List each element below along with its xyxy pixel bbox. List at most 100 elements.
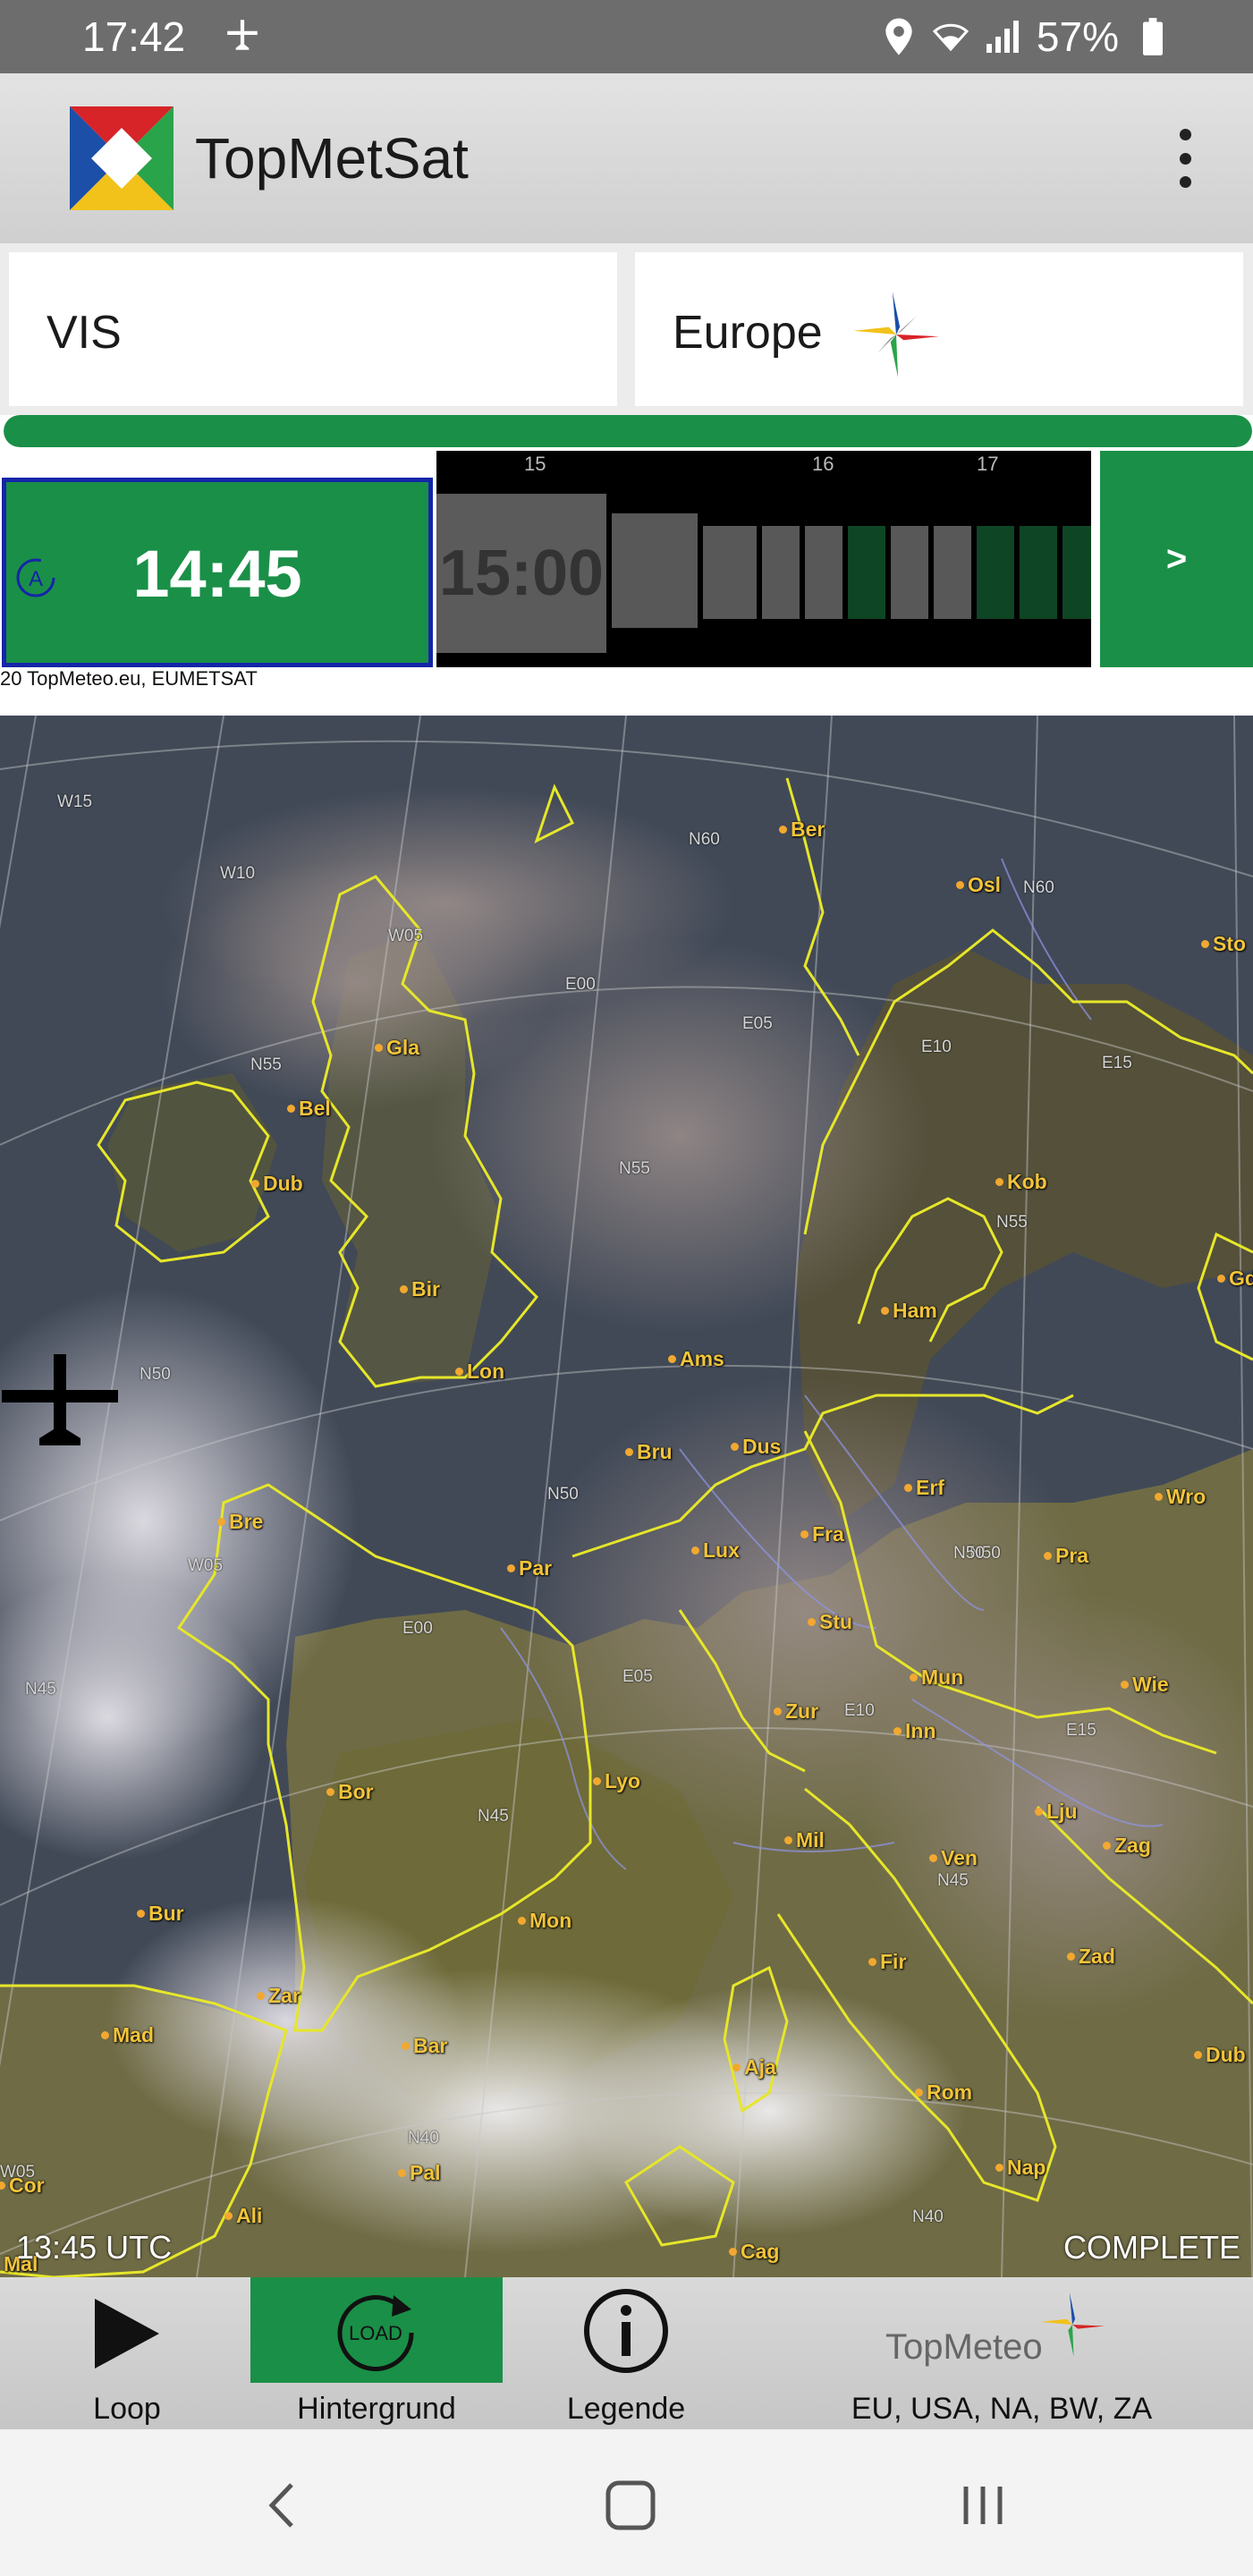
grid-label: E10 xyxy=(921,1038,952,1056)
system-nav-bar xyxy=(0,2429,1253,2576)
frame-1515[interactable] xyxy=(612,513,698,628)
city-label: Dub xyxy=(1194,2043,1246,2066)
city-label: Nap xyxy=(995,2156,1046,2179)
frame-1645[interactable] xyxy=(934,526,971,619)
status-time: 17:42 xyxy=(82,13,186,60)
grid-label: N60 xyxy=(689,830,720,849)
city-label: Ber xyxy=(778,818,825,841)
map-timestamp: 13:45 UTC xyxy=(16,2229,173,2266)
channel-selector[interactable]: VIS xyxy=(9,252,617,406)
frame-1700[interactable] xyxy=(977,526,1014,619)
recents-icon[interactable] xyxy=(943,2465,1023,2546)
back-icon[interactable] xyxy=(241,2465,322,2546)
timeline: A 14:45 15:00 15 16 17 > xyxy=(0,451,1253,667)
grid-label: N60 xyxy=(1023,878,1054,897)
grid-label: E00 xyxy=(402,1619,433,1638)
city-label: Bor xyxy=(326,1780,374,1803)
frame-1615[interactable] xyxy=(848,526,885,619)
next-frame-button[interactable]: > xyxy=(1100,451,1253,667)
region-switch-button[interactable]: TopMeteo EU, USA, NA, BW, ZA xyxy=(832,2277,1172,2429)
load-icon-text: LOAD xyxy=(349,2322,402,2344)
city-label: Bar xyxy=(401,2034,448,2057)
grid-label: N55 xyxy=(250,1055,282,1074)
city-label: Mil xyxy=(784,1828,825,1852)
grid-label: N40 xyxy=(912,2207,944,2226)
wifi-icon xyxy=(932,23,969,52)
grid-label: N45 xyxy=(478,1807,509,1826)
more-vert-icon[interactable] xyxy=(1158,129,1212,188)
grid-label: N55 xyxy=(619,1159,650,1178)
grid-label: N45 xyxy=(25,1680,56,1699)
map-status: COMPLETE xyxy=(1063,2229,1240,2266)
city-label: Mon xyxy=(517,1909,572,1932)
background-button[interactable]: LOAD Hintergrund xyxy=(250,2277,503,2429)
city-label: Ams xyxy=(668,1347,724,1370)
topmeteo-compass-icon xyxy=(1040,2292,1105,2357)
grid-label: E10 xyxy=(844,1701,875,1720)
load-progress xyxy=(0,415,1253,451)
progress-fill xyxy=(4,415,1252,447)
play-icon xyxy=(95,2299,159,2368)
loop-label: Loop xyxy=(93,2392,161,2426)
city-label: Osl xyxy=(955,873,1002,896)
frame-1630[interactable] xyxy=(891,526,928,619)
signal-icon xyxy=(986,21,1019,53)
frame-1500[interactable]: 15:00 xyxy=(436,494,606,653)
region-selector[interactable]: Europe xyxy=(635,252,1243,406)
city-label: Zur xyxy=(773,1699,819,1723)
region-label: Europe xyxy=(673,307,823,359)
city-label: Pal xyxy=(398,2161,441,2184)
city-label: Cag xyxy=(728,2240,780,2263)
status-icons: 57% xyxy=(881,13,1171,61)
city-label: Zag xyxy=(1103,1834,1151,1857)
topmeteo-brand: TopMeteo xyxy=(885,2327,1043,2367)
selector-row: VIS Europe xyxy=(0,243,1253,415)
city-label: Kob xyxy=(995,1170,1047,1193)
load-refresh-icon: LOAD xyxy=(337,2295,414,2372)
grid-label: E05 xyxy=(622,1667,653,1686)
city-label: Aja xyxy=(732,2055,776,2079)
city-label: Pra xyxy=(1043,1544,1089,1567)
copyright-text: 20 TopMeteo.eu, EUMETSAT xyxy=(0,667,258,690)
grid-label: N50 xyxy=(140,1365,171,1384)
city-label: Ham xyxy=(881,1299,937,1322)
grid-label: N50 xyxy=(953,1544,985,1563)
city-label: Par xyxy=(506,1556,553,1580)
hour-mark-16: 16 xyxy=(812,453,834,475)
app-title: TopMetSat xyxy=(195,126,469,191)
city-label: Bre xyxy=(216,1510,264,1533)
current-time-frame[interactable]: A 14:45 xyxy=(2,478,433,667)
app-screen: 17:42 57% TopMetSat VIS Europe A 14:45 1… xyxy=(0,0,1253,2576)
frame-1600[interactable] xyxy=(805,526,842,619)
channel-label: VIS xyxy=(47,307,122,359)
map-graphic xyxy=(0,716,1253,2277)
frame-1545[interactable] xyxy=(762,526,800,619)
city-label: Erf xyxy=(904,1476,944,1499)
grid-label: E15 xyxy=(1102,1054,1132,1072)
frame-1730[interactable] xyxy=(1063,526,1091,619)
city-label: Bel xyxy=(287,1097,331,1120)
status-bar: 17:42 57% xyxy=(0,0,1253,73)
battery-percent: 57% xyxy=(1036,13,1119,60)
city-label: Zar xyxy=(257,1984,301,2007)
app-bar: TopMetSat xyxy=(0,73,1253,243)
city-label: Dub xyxy=(251,1172,303,1195)
frame-1715[interactable] xyxy=(1020,526,1057,619)
time-strip[interactable]: 15:00 15 16 17 xyxy=(436,451,1091,667)
compass-star-icon xyxy=(853,292,939,377)
current-time: 14:45 xyxy=(132,537,302,611)
city-label: Ven xyxy=(929,1846,978,1869)
bottom-toolbar: Loop LOAD Hintergrund Legende TopMeteo E… xyxy=(0,2277,1253,2429)
home-icon[interactable] xyxy=(590,2465,671,2546)
legend-button[interactable]: Legende xyxy=(537,2277,715,2429)
grid-label: N55 xyxy=(996,1213,1028,1232)
aircraft-position-icon xyxy=(2,1354,118,1445)
grid-label: E15 xyxy=(1066,1721,1096,1740)
grid-label: N45 xyxy=(937,1871,969,1890)
loop-button[interactable]: Loop xyxy=(47,2277,207,2429)
grid-label: N50 xyxy=(547,1485,579,1504)
frame-1530[interactable] xyxy=(703,526,757,619)
satellite-map[interactable]: W15 W10 W05 E00 E05 E10 E15 N60 N55 N50 … xyxy=(0,716,1253,2277)
hour-mark-15: 15 xyxy=(524,453,546,475)
city-label: Rom xyxy=(914,2080,973,2104)
